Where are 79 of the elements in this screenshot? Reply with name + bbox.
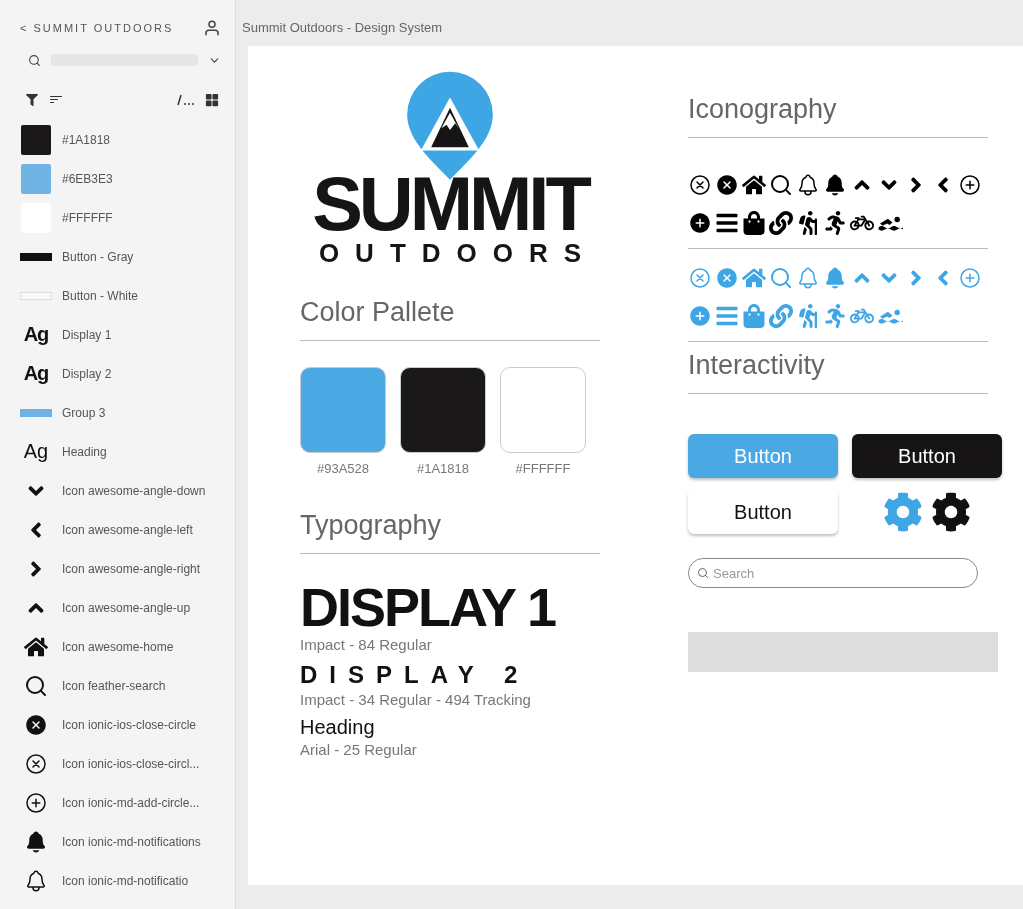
search-icon [769,266,793,290]
asset-label[interactable]: Group 3 [62,405,106,420]
color-code: #93A528 [316,461,370,477]
home-icon [742,266,766,290]
asset-label[interactable]: #FFFFFF [62,210,113,225]
hiker-icon [796,211,820,235]
asset-label[interactable]: Icon ionic-md-notificatio [62,873,189,888]
asset-label[interactable]: Icon awesome-angle-up [62,600,191,615]
asset-label[interactable]: Button - White [62,288,139,303]
type-spec: Impact - 34 Regular - 494 Tracking [300,691,532,709]
asset-label[interactable]: Display 1 [62,327,112,342]
type-sample: Ag [23,362,49,385]
logo-tagline: OUTDOORS [318,238,598,270]
icon-thumbnail-icon [24,751,48,776]
path-icon[interactable] [177,94,195,106]
section-heading: Color Pallete [300,297,600,342]
search-field[interactable]: Search [688,558,978,588]
asset-label[interactable]: Icon ionic-md-add-circle... [62,795,200,810]
icon-thumbnail-icon [24,712,48,737]
menu-icon [715,304,739,328]
group-thumbnail [20,408,52,417]
logo-wordmark: SUMMIT [312,170,588,239]
section-heading: Interactivity [688,350,988,394]
shopping-bag-icon [742,211,766,235]
sample-button[interactable]: Button [688,490,838,534]
link-icon [769,211,793,235]
settings-icon[interactable] [931,492,971,532]
document-title: Summit Outdoors - Design System [242,20,443,35]
type-sample: Ag [23,440,49,463]
sample-button[interactable]: Button [852,434,1002,478]
icon-thumbnail-icon [24,868,48,893]
asset-label[interactable]: Icon awesome-angle-left [62,522,193,537]
user-icon[interactable] [203,19,221,37]
color-code: #FFFFFF [515,461,571,477]
hiker-icon [796,304,820,328]
icon-thumbnail-icon [24,790,48,815]
bell-icon [796,173,820,197]
link-icon [769,304,793,328]
filter-icon[interactable] [26,94,38,106]
asset-label[interactable]: Icon ionic-ios-close-circle [62,717,197,732]
color-code: #1A1818 [416,461,470,477]
asset-label[interactable]: #1A1818 [62,132,111,147]
asset-label[interactable]: Display 2 [62,366,112,381]
shopping-bag-icon [742,304,766,328]
menu-icon [715,211,739,235]
runner-icon [823,211,847,235]
asset-label[interactable]: Icon awesome-home [62,639,174,654]
search-icon [697,567,709,579]
home-icon [742,173,766,197]
icon-thumbnail-icon [24,829,48,854]
add-circle-icon [958,173,982,197]
section-heading: Iconography [688,94,988,138]
asset-label[interactable]: Icon feather-search [62,678,166,693]
asset-label[interactable]: Icon ionic-ios-close-circl... [62,756,200,771]
asset-label[interactable]: Button - Gray [62,249,134,264]
type-sample: Heading [300,716,376,740]
asset-label[interactable]: Heading [62,444,107,459]
runner-icon [823,304,847,328]
type-sample: DISPLAY 2 [300,661,531,690]
asset-label[interactable]: Icon awesome-angle-right [62,561,201,576]
button-thumbnail [20,252,52,261]
asset-label[interactable]: #6EB3E3 [62,171,113,186]
button-thumbnail [20,291,52,300]
search-icon [769,173,793,197]
asset-label[interactable]: Icon awesome-angle-down [62,483,206,498]
section-heading: Typography [300,510,600,555]
search-icon [28,53,41,67]
icon-thumbnail-icon [24,673,48,698]
bell-icon [796,266,820,290]
bell-icon [823,266,847,290]
grid-view-icon[interactable] [205,93,219,107]
back-link[interactable]: < SUMMIT OUTDOORS [20,22,174,34]
asset-label[interactable]: Icon ionic-md-notifications [62,834,201,849]
bell-icon [823,173,847,197]
type-sample: DISPLAY 1 [300,580,557,635]
type-sample: Ag [23,323,49,346]
type-spec: Impact - 84 Regular [300,636,433,654]
add-circle-icon [958,266,982,290]
type-spec: Arial - 25 Regular [300,741,418,759]
